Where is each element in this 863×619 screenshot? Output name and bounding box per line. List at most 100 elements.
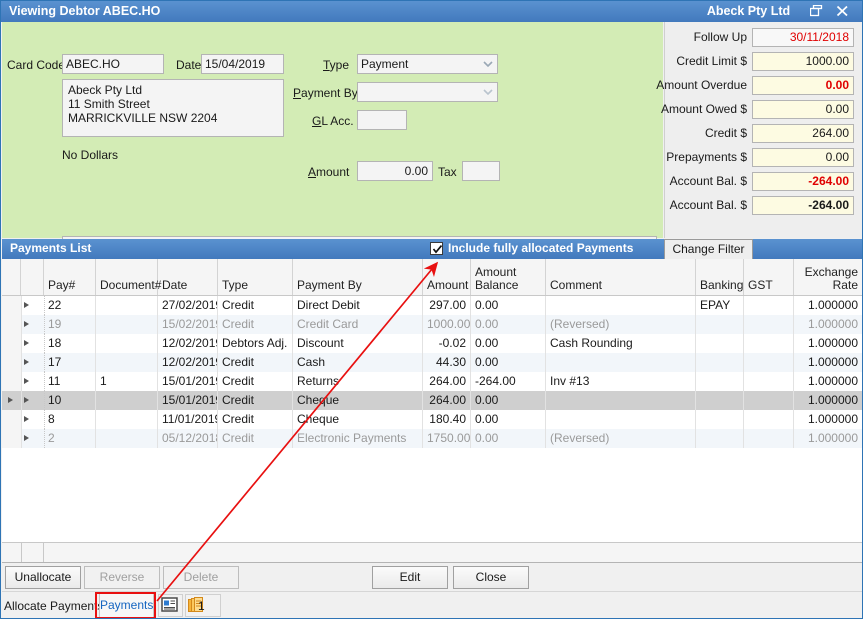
table-row[interactable]: 11115/01/2019CreditReturns264.00-264.00I… (2, 372, 863, 391)
table-row[interactable]: 205/12/2018CreditElectronic Payments1750… (2, 429, 863, 448)
close-button[interactable]: Close (453, 566, 529, 589)
type-combo[interactable]: Payment (357, 54, 498, 74)
grid-header-label: GST (748, 279, 789, 292)
grid-header-document[interactable]: Document# (96, 259, 158, 295)
row-selector[interactable] (2, 296, 22, 315)
gl-acc-field[interactable] (357, 110, 407, 130)
grid-header-expander (21, 259, 44, 295)
summary-label: Amount Owed $ (661, 102, 747, 116)
cell-balance: 0.00 (471, 429, 546, 448)
summary-label: Amount Overdue (656, 78, 747, 92)
summary-value[interactable]: 1000.00 (752, 52, 854, 71)
grid-header-payby[interactable]: Payment By (293, 259, 423, 295)
cell-date: 15/02/2019 (158, 315, 218, 334)
cell-balance: 0.00 (471, 315, 546, 334)
row-selector[interactable] (2, 372, 22, 391)
table-row[interactable]: 811/01/2019CreditCheque180.400.001.00000… (2, 410, 863, 429)
grid-header-label: Date (162, 279, 213, 292)
change-filter-button[interactable]: Change Filter (664, 239, 753, 259)
row-expander-icon[interactable] (22, 391, 45, 410)
summary-value[interactable]: 264.00 (752, 124, 854, 143)
table-row[interactable]: 2227/02/2019CreditDirect Debit297.000.00… (2, 296, 863, 315)
summary-value[interactable]: 0.00 (752, 100, 854, 119)
row-expander-icon[interactable] (22, 296, 45, 315)
summary-value[interactable]: 0.00 (752, 76, 854, 95)
summary-row: Credit Limit $1000.00 (665, 52, 863, 73)
grid-header-label: Payment By (297, 279, 418, 292)
current-row-indicator-icon (8, 397, 13, 403)
details-view-icon[interactable] (158, 594, 183, 617)
row-selector[interactable] (2, 334, 22, 353)
cell-comment (546, 391, 696, 410)
close-icon[interactable] (833, 3, 851, 20)
row-selector[interactable] (2, 429, 22, 448)
type-value: Payment (361, 55, 408, 73)
row-expander-icon[interactable] (22, 315, 45, 334)
cell-pay: 8 (44, 410, 96, 429)
grid-header-rate[interactable]: Exchange Rate (794, 259, 863, 295)
summary-label: Prepayments $ (666, 150, 747, 164)
cell-date: 27/02/2019 (158, 296, 218, 315)
grid-header-label: Amount Balance (475, 266, 541, 292)
cell-banking (696, 334, 744, 353)
unallocate-button[interactable]: Unallocate (5, 566, 81, 589)
row-selector[interactable] (2, 315, 22, 334)
table-row[interactable]: 1712/02/2019CreditCash44.300.001.000000 (2, 353, 863, 372)
summary-value[interactable]: -264.00 (752, 196, 854, 215)
cell-type: Credit (218, 372, 293, 391)
row-expander-icon[interactable] (22, 334, 45, 353)
grid-header-type[interactable]: Type (218, 259, 293, 295)
payments-grid: Pay# Document# Date Type Payment By Amount Amo… (2, 259, 863, 563)
edit-button[interactable]: Edit (372, 566, 448, 589)
grid-header-date[interactable]: Date (158, 259, 218, 295)
date-field[interactable]: 15/04/2019 (201, 54, 284, 74)
tab-payments[interactable]: Payments (99, 593, 154, 618)
cell-rate: 1.000000 (794, 410, 863, 429)
cell-rate: 1.000000 (794, 353, 863, 372)
grid-header-amount[interactable]: Amount (423, 259, 471, 295)
row-expander-icon[interactable] (22, 429, 45, 448)
table-row[interactable]: 1915/02/2019CreditCredit Card1000.000.00… (2, 315, 863, 334)
row-selector[interactable] (2, 410, 22, 429)
cell-comment (546, 296, 696, 315)
cell-document (96, 334, 158, 353)
card-code-field[interactable]: ABEC.HO (62, 54, 164, 74)
row-expander-icon[interactable] (22, 353, 45, 372)
cell-rate: 1.000000 (794, 391, 863, 410)
table-row[interactable]: 1015/01/2019CreditCheque264.000.001.0000… (2, 391, 863, 410)
cell-banking (696, 353, 744, 372)
grid-header-banking[interactable]: Banking (696, 259, 744, 295)
amount-field[interactable]: 0.00 (357, 161, 433, 181)
grid-header-balance[interactable]: Amount Balance (471, 259, 546, 295)
grid-header-label: Amount (427, 279, 466, 292)
cell-balance: 0.00 (471, 410, 546, 429)
grid-header-label: Banking (700, 279, 739, 292)
address-box[interactable]: Abeck Pty Ltd 11 Smith Street MARRICKVIL… (62, 79, 284, 137)
cell-banking (696, 315, 744, 334)
cell-gst (744, 315, 794, 334)
cell-pay: 22 (44, 296, 96, 315)
no-dollars-text: No Dollars (62, 148, 118, 162)
grid-header-comment[interactable]: Comment (546, 259, 696, 295)
grid-header-pay[interactable]: Pay# (44, 259, 96, 295)
summary-value[interactable]: 30/11/2018 (752, 28, 854, 47)
grid-header-gst[interactable]: GST (744, 259, 794, 295)
row-selector[interactable] (2, 353, 22, 372)
cell-pay: 17 (44, 353, 96, 372)
include-allocated-checkbox[interactable]: Include fully allocated Payments (430, 241, 633, 255)
row-expander-icon[interactable] (22, 372, 45, 391)
tax-field[interactable] (462, 161, 500, 181)
cell-date: 12/02/2019 (158, 334, 218, 353)
cell-date: 15/01/2019 (158, 372, 218, 391)
table-row[interactable]: 1812/02/2019Debtors Adj.Discount-0.020.0… (2, 334, 863, 353)
reverse-button: Reverse (84, 566, 160, 589)
summary-value[interactable]: -264.00 (752, 172, 854, 191)
grid-header-label: Document# (100, 279, 153, 292)
restore-icon[interactable] (807, 3, 825, 20)
row-expander-icon[interactable] (22, 410, 45, 429)
row-selector[interactable] (2, 391, 22, 410)
summary-value[interactable]: 0.00 (752, 148, 854, 167)
cell-date: 12/02/2019 (158, 353, 218, 372)
payment-by-combo[interactable] (357, 82, 498, 102)
cell-payby: Cheque (293, 410, 423, 429)
